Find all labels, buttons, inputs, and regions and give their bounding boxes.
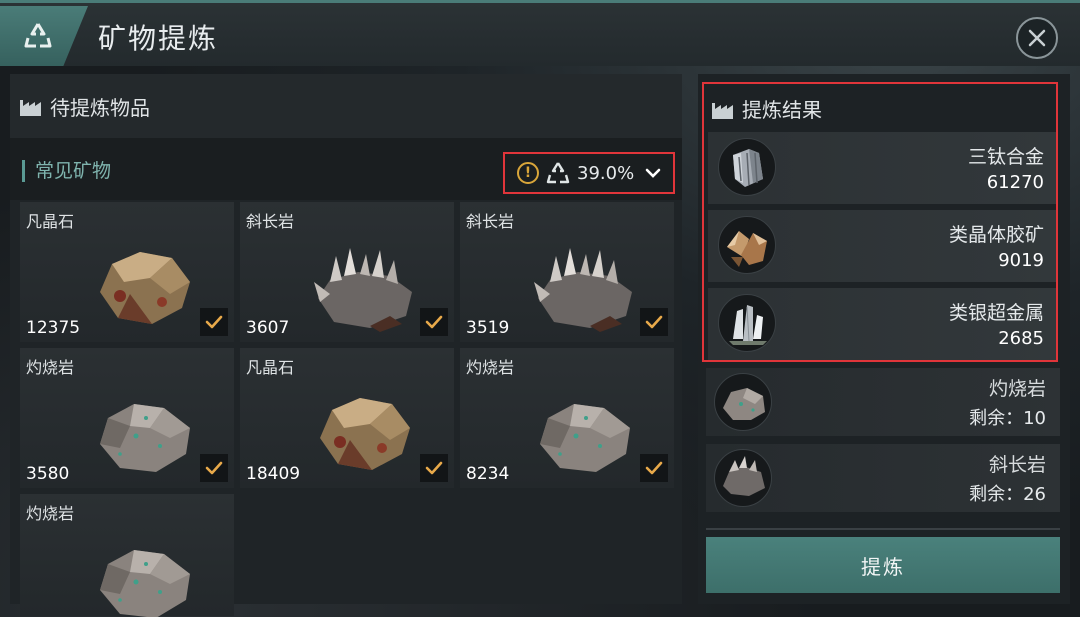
title-bar: 矿物提炼 [0, 0, 1080, 66]
pending-items-title: 待提炼物品 [50, 95, 150, 120]
close-icon [1028, 29, 1046, 47]
remaining-name: 灼烧岩 [988, 378, 1046, 400]
refine-result-panel: 提炼结果 三钛合金 61270 类晶体胶矿 9019 类银超金属 2685 灼烧… [698, 74, 1070, 604]
result-title: 提炼结果 [742, 98, 822, 122]
check-icon [205, 315, 223, 329]
mineral-name: 灼烧岩 [466, 358, 515, 377]
mineral-card[interactable]: 凡晶石 12375 [20, 202, 234, 342]
mineral-card[interactable]: 灼烧岩 8234 [460, 348, 674, 488]
result-qty: 9019 [998, 250, 1044, 271]
mineral-qty: 18409 [246, 464, 301, 484]
grey-rock-icon [100, 550, 190, 617]
mineral-card[interactable]: 灼烧岩 3580 [20, 348, 234, 488]
mineral-name: 斜长岩 [246, 212, 295, 231]
logo-tab [0, 6, 88, 66]
plagioclase-rock-icon [714, 449, 772, 507]
select-checkbox[interactable] [640, 454, 668, 482]
check-icon [205, 461, 223, 475]
result-row: 类银超金属 2685 [708, 288, 1056, 360]
result-qty: 61270 [986, 172, 1044, 193]
mineral-name: 灼烧岩 [26, 504, 75, 523]
result-qty: 2685 [998, 328, 1044, 349]
result-header: 提炼结果 [710, 94, 822, 123]
close-button[interactable] [1016, 17, 1058, 59]
mineral-qty: 3580 [26, 464, 70, 484]
select-checkbox[interactable] [420, 454, 448, 482]
check-icon [645, 315, 663, 329]
spiky-rock-icon [534, 248, 632, 332]
burnt-rock-icon [714, 373, 772, 431]
result-highlight-box: 提炼结果 三钛合金 61270 类晶体胶矿 9019 类银超金属 2685 [702, 82, 1058, 362]
grey-rock-icon [100, 404, 190, 472]
category-bar: 常见矿物 ! 39.0% [10, 138, 682, 200]
category-label: 常见矿物 [22, 160, 111, 182]
mineral-name: 凡晶石 [246, 358, 295, 377]
mineral-card[interactable]: 斜长岩 3519 [460, 202, 674, 342]
mineral-qty: 3607 [246, 318, 290, 338]
mineral-card[interactable]: 凡晶石 18409 [240, 348, 454, 488]
spiky-rock-icon [314, 248, 412, 332]
result-row: 三钛合金 61270 [708, 132, 1056, 204]
divider [706, 528, 1060, 530]
result-name: 类晶体胶矿 [948, 224, 1044, 246]
page-title: 矿物提炼 [98, 22, 219, 55]
remaining-qty: 剩余：26 [969, 484, 1046, 505]
gold-rock-icon [320, 398, 410, 470]
mineral-name: 灼烧岩 [26, 358, 75, 377]
select-checkbox[interactable] [420, 308, 448, 336]
silver-metal-icon [718, 294, 776, 352]
gold-rock-icon [100, 252, 190, 324]
check-icon [425, 315, 443, 329]
result-row: 类晶体胶矿 9019 [708, 210, 1056, 282]
mineral-qty: 3519 [466, 318, 510, 338]
select-checkbox[interactable] [200, 308, 228, 336]
remaining-row: 斜长岩 剩余：26 [706, 444, 1060, 512]
grey-rock-icon [540, 404, 630, 472]
mineral-name: 凡晶石 [26, 212, 75, 231]
mineral-card[interactable]: 灼烧岩 [20, 494, 234, 617]
mineral-card[interactable]: 斜长岩 3607 [240, 202, 454, 342]
select-checkbox[interactable] [640, 308, 668, 336]
select-checkbox[interactable] [200, 454, 228, 482]
mineral-qty: 8234 [466, 464, 510, 484]
warning-icon: ! [517, 162, 539, 184]
titanium-alloy-icon [718, 138, 776, 196]
recycle-icon [546, 162, 570, 184]
check-icon [425, 461, 443, 475]
mineral-name: 斜长岩 [466, 212, 515, 231]
remaining-row: 灼烧岩 剩余：10 [706, 368, 1060, 436]
recycle-icon [24, 23, 52, 48]
remaining-qty: 剩余：10 [969, 408, 1046, 429]
refine-rate-value: 39.0% [577, 162, 635, 184]
result-name: 类银超金属 [948, 302, 1044, 324]
remaining-name: 斜长岩 [988, 454, 1046, 476]
refine-rate-selector[interactable]: ! 39.0% [503, 152, 675, 194]
pending-items-panel: 待提炼物品 常见矿物 ! 39.0% 凡晶石 12375 斜长岩 3607 斜长岩 351… [10, 74, 682, 617]
crystal-ore-icon [718, 216, 776, 274]
factory-icon [20, 100, 41, 116]
check-icon [645, 461, 663, 475]
pending-items-header: 待提炼物品 [10, 74, 682, 138]
result-name: 三钛合金 [967, 146, 1044, 168]
refine-button[interactable]: 提炼 [706, 537, 1060, 593]
mineral-qty: 12375 [26, 318, 81, 338]
factory-icon [712, 102, 733, 119]
chevron-down-icon [645, 168, 661, 178]
